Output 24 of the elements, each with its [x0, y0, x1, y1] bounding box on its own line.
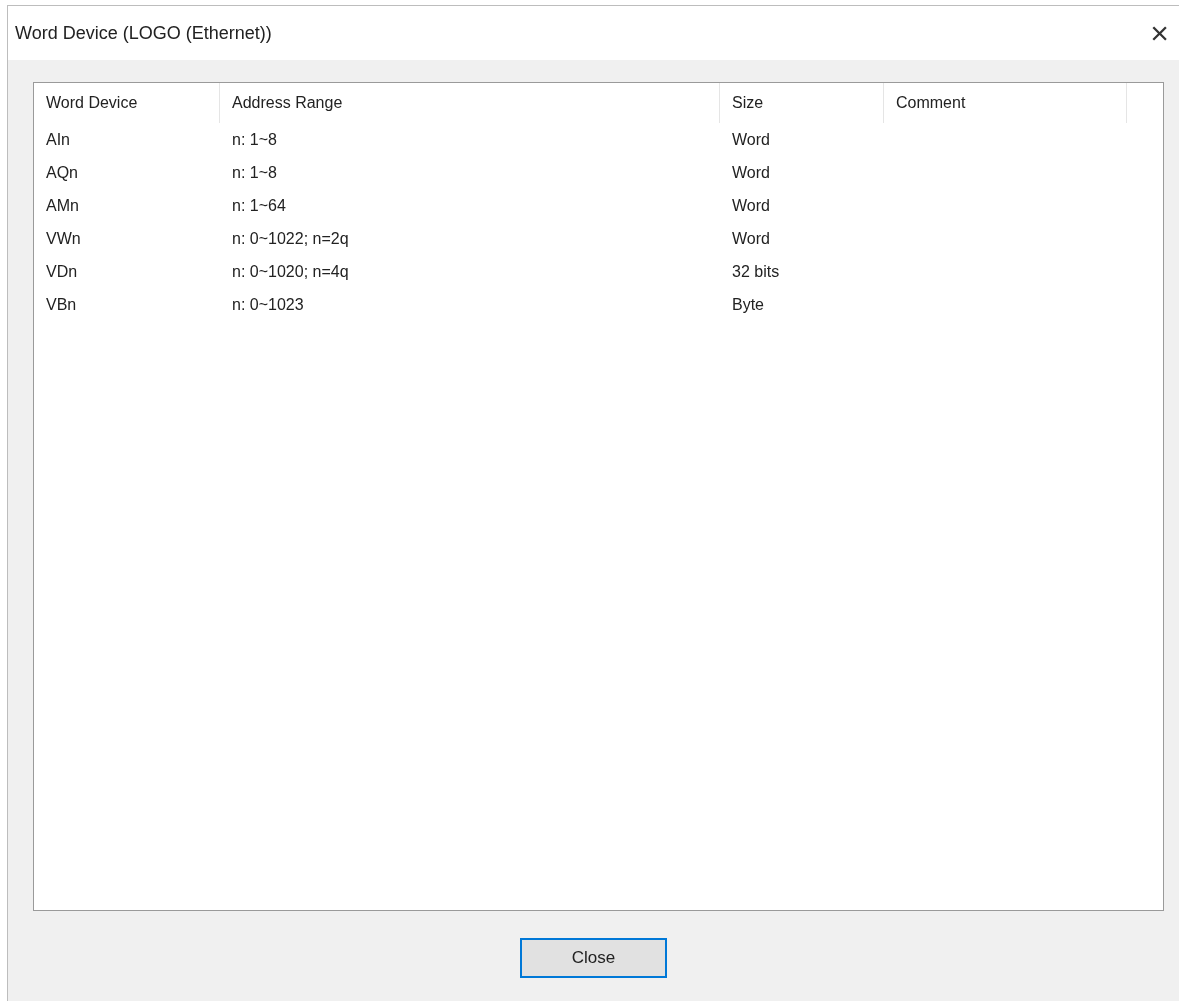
table-cell: Word	[732, 229, 770, 247]
table-cell: AIn	[46, 130, 70, 148]
table-cell: AQn	[46, 163, 78, 181]
table-cell: n: 1~8	[232, 130, 277, 148]
table-cell: VDn	[46, 262, 78, 280]
close-button[interactable]: Close	[520, 938, 667, 978]
table-cell: n: 0~1023	[232, 295, 304, 313]
table-cell: n: 0~1022; n=2q	[232, 229, 349, 247]
table-cell: Word	[732, 196, 770, 214]
table-cell: n: 1~64	[232, 196, 286, 214]
table-cell: Byte	[732, 295, 764, 313]
column-header[interactable]: Word Device	[34, 83, 220, 123]
table-cell: VWn	[46, 229, 81, 247]
table-cell: n: 1~8	[232, 163, 277, 181]
column-header[interactable]: Size	[720, 83, 884, 123]
table-cell: Word	[732, 130, 770, 148]
window-title: Word Device (LOGO (Ethernet))	[15, 21, 272, 45]
table-cell: Word	[732, 163, 770, 181]
column-header[interactable]: Comment	[884, 83, 1127, 123]
table-cell: VBn	[46, 295, 77, 313]
table-cell: n: 0~1020; n=4q	[232, 262, 349, 280]
column-header[interactable]: Address Range	[220, 83, 720, 123]
table-cell: 32 bits	[732, 262, 780, 280]
table-cell: AMn	[46, 196, 79, 214]
